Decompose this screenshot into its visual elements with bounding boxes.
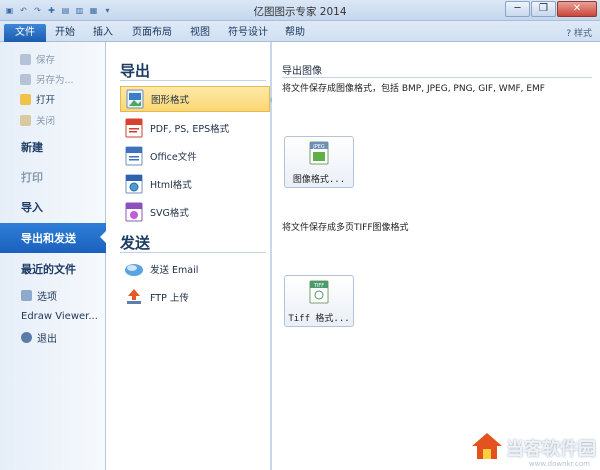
- close-file-icon: [20, 114, 31, 126]
- house-logo-icon: [470, 431, 504, 464]
- export-html[interactable]: Html格式: [120, 171, 270, 197]
- email-icon: [124, 258, 144, 280]
- ftp-upload[interactable]: FTP 上传: [120, 284, 270, 310]
- ftp-upload-icon: [124, 286, 144, 308]
- svg-text:JPEG: JPEG: [312, 144, 325, 150]
- nav-save[interactable]: 保存: [0, 48, 106, 70]
- html-icon: [124, 173, 144, 195]
- export-office-file[interactable]: Office文件: [120, 143, 270, 169]
- nav-edraw-viewer[interactable]: Edraw Viewer...: [0, 305, 106, 327]
- office-doc-icon: [124, 145, 144, 167]
- ribbon-tabs: 文件 开始 插入 页面布局 视图 符号设计 帮助 ? 样式: [0, 21, 600, 42]
- maximize-button[interactable]: ❐: [531, 1, 556, 17]
- image-format-icon: [125, 88, 145, 110]
- export-image-panel: 导出图像 将文件保存成图像格式，包括 BMP, JPEG, PNG, GIF, …: [272, 42, 600, 470]
- help-icon: ?: [566, 29, 572, 39]
- image-format-button[interactable]: JPEG 图像格式...: [284, 136, 354, 188]
- nav-close[interactable]: 关闭: [0, 109, 106, 131]
- tab-home[interactable]: 开始: [50, 24, 80, 42]
- tiff-format-button[interactable]: TIFF Tiff 格式...: [284, 275, 354, 327]
- divider: [120, 80, 266, 81]
- tab-symbol-design[interactable]: 符号设计: [224, 24, 272, 42]
- export-svg[interactable]: SVG格式: [120, 199, 270, 225]
- nav-import[interactable]: 导入: [0, 193, 106, 221]
- export-pdf-ps-eps[interactable]: PDF, PS, EPS格式: [120, 115, 270, 141]
- svg-icon: [124, 201, 144, 223]
- panel-heading: 导出图像: [282, 66, 322, 77]
- tiff-file-icon: TIFF: [308, 280, 330, 307]
- nav-new[interactable]: 新建: [0, 133, 106, 161]
- divider: [120, 252, 266, 253]
- title-bar: ▣ ↶ ↷ ✚ ▤ ▥ ▦ ▾ 亿图图示专家 2014 ─ ❐ ✕: [0, 0, 600, 21]
- options-icon: [21, 289, 32, 301]
- nav-save-as[interactable]: 另存为...: [0, 68, 106, 90]
- folder-open-icon: [20, 93, 31, 105]
- tab-help[interactable]: 帮助: [280, 24, 310, 42]
- pdf-icon: [124, 117, 144, 139]
- export-send-options: 导出 图形格式 PDF, PS, EPS格式 Office文件 Html格式 S…: [106, 42, 275, 470]
- save-icon: [20, 53, 31, 65]
- send-section-title: 发送: [120, 234, 151, 252]
- backstage-nav: 保存 另存为... 打开 关闭 新建 打印 导入 导出和发送 最近的文件 选项 …: [0, 42, 107, 470]
- window-controls: ─ ❐ ✕: [505, 1, 597, 17]
- tiff-description: 将文件保存成多页TIFF图像格式: [282, 223, 409, 233]
- image-format-description: 将文件保存成图像格式，包括 BMP, JPEG, PNG, GIF, WMF, …: [282, 84, 545, 94]
- svg-text:TIFF: TIFF: [313, 283, 324, 289]
- tab-view[interactable]: 视图: [185, 24, 215, 42]
- nav-options[interactable]: 选项: [0, 284, 106, 306]
- export-image-format[interactable]: 图形格式: [120, 86, 275, 112]
- nav-print[interactable]: 打印: [0, 163, 106, 191]
- divider: [282, 77, 592, 78]
- exit-icon: [21, 331, 32, 343]
- minimize-button[interactable]: ─: [505, 1, 530, 17]
- send-email[interactable]: 发送 Email: [120, 256, 270, 282]
- tab-file[interactable]: 文件: [4, 24, 46, 42]
- close-button[interactable]: ✕: [557, 1, 597, 17]
- nav-open[interactable]: 打开: [0, 88, 106, 110]
- tab-page-layout[interactable]: 页面布局: [128, 24, 176, 42]
- nav-recent-files[interactable]: 最近的文件: [0, 255, 106, 283]
- style-menu[interactable]: ? 样式: [566, 26, 592, 39]
- jpeg-file-icon: JPEG: [308, 141, 330, 168]
- export-section-title: 导出: [120, 62, 151, 80]
- save-as-icon: [20, 73, 31, 85]
- watermark-url: www.downkr.com: [528, 460, 590, 468]
- tab-insert[interactable]: 插入: [88, 24, 118, 42]
- nav-exit[interactable]: 退出: [0, 326, 106, 348]
- nav-export-send[interactable]: 导出和发送: [0, 223, 107, 253]
